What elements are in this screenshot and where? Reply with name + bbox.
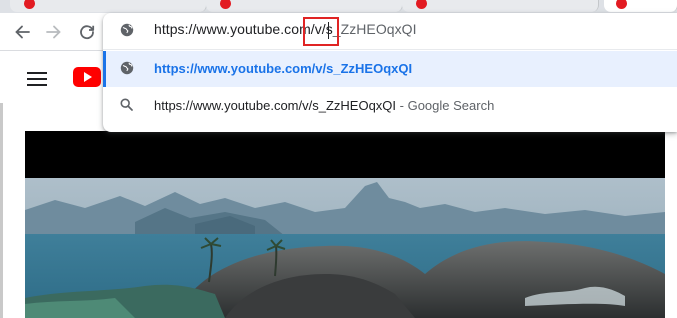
youtube-logo[interactable]: [73, 67, 101, 87]
selection-accent: [103, 51, 106, 87]
page-left-edge: [0, 103, 3, 318]
forward-button[interactable]: [40, 18, 68, 46]
suggestion-search-engine: Google Search: [407, 98, 495, 113]
hamburger-menu-icon[interactable]: [27, 72, 47, 86]
tab-favicon-icon: [616, 0, 627, 9]
search-icon: [120, 98, 133, 111]
url-suffix: _ZzHEOqxQI: [332, 21, 417, 37]
suggestion-query: https://www.youtube.com/v/s_ZzHEOqxQI: [154, 98, 397, 113]
video-player[interactable]: [25, 131, 665, 318]
address-bar-text[interactable]: https://www.youtube.com/v/s_ZzHEOqxQI: [154, 21, 417, 37]
suggestion-label: https://www.youtube.com/v/s_ZzHEOqxQI - …: [154, 98, 494, 113]
browser-tab[interactable]: [10, 0, 207, 12]
browser-tab[interactable]: [206, 0, 403, 12]
back-button[interactable]: [8, 18, 36, 46]
video-frame-image: [25, 178, 665, 318]
tab-favicon-icon: [24, 0, 35, 9]
globe-icon: [120, 23, 134, 37]
globe-icon: [120, 61, 134, 75]
omnibox-suggestion-search[interactable]: https://www.youtube.com/v/s_ZzHEOqxQI - …: [103, 88, 677, 124]
reload-icon: [80, 25, 95, 40]
url-prefix: https://www.youtube.co: [154, 21, 300, 37]
address-bar[interactable]: https://www.youtube.com/v/s_ZzHEOqxQI: [103, 13, 677, 50]
tab-strip: [0, 0, 677, 13]
arrow-left-icon: [15, 25, 30, 39]
reload-button[interactable]: [73, 18, 101, 46]
tab-favicon-icon: [220, 0, 231, 9]
browser-tab-active[interactable]: [604, 0, 677, 12]
omnibox-dropdown: https://www.youtube.com/v/s_ZzHEOqxQI ht…: [103, 13, 677, 132]
omnibox-suggestion-url[interactable]: https://www.youtube.com/v/s_ZzHEOqxQI: [103, 51, 677, 87]
suggestion-separator: -: [396, 98, 408, 113]
tab-favicon-icon: [416, 0, 427, 9]
text-caret: [328, 22, 329, 39]
arrow-right-icon: [46, 25, 61, 39]
suggestion-label: https://www.youtube.com/v/s_ZzHEOqxQI: [154, 61, 413, 76]
browser-tab[interactable]: [402, 0, 599, 12]
red-highlight-box: [303, 17, 339, 46]
